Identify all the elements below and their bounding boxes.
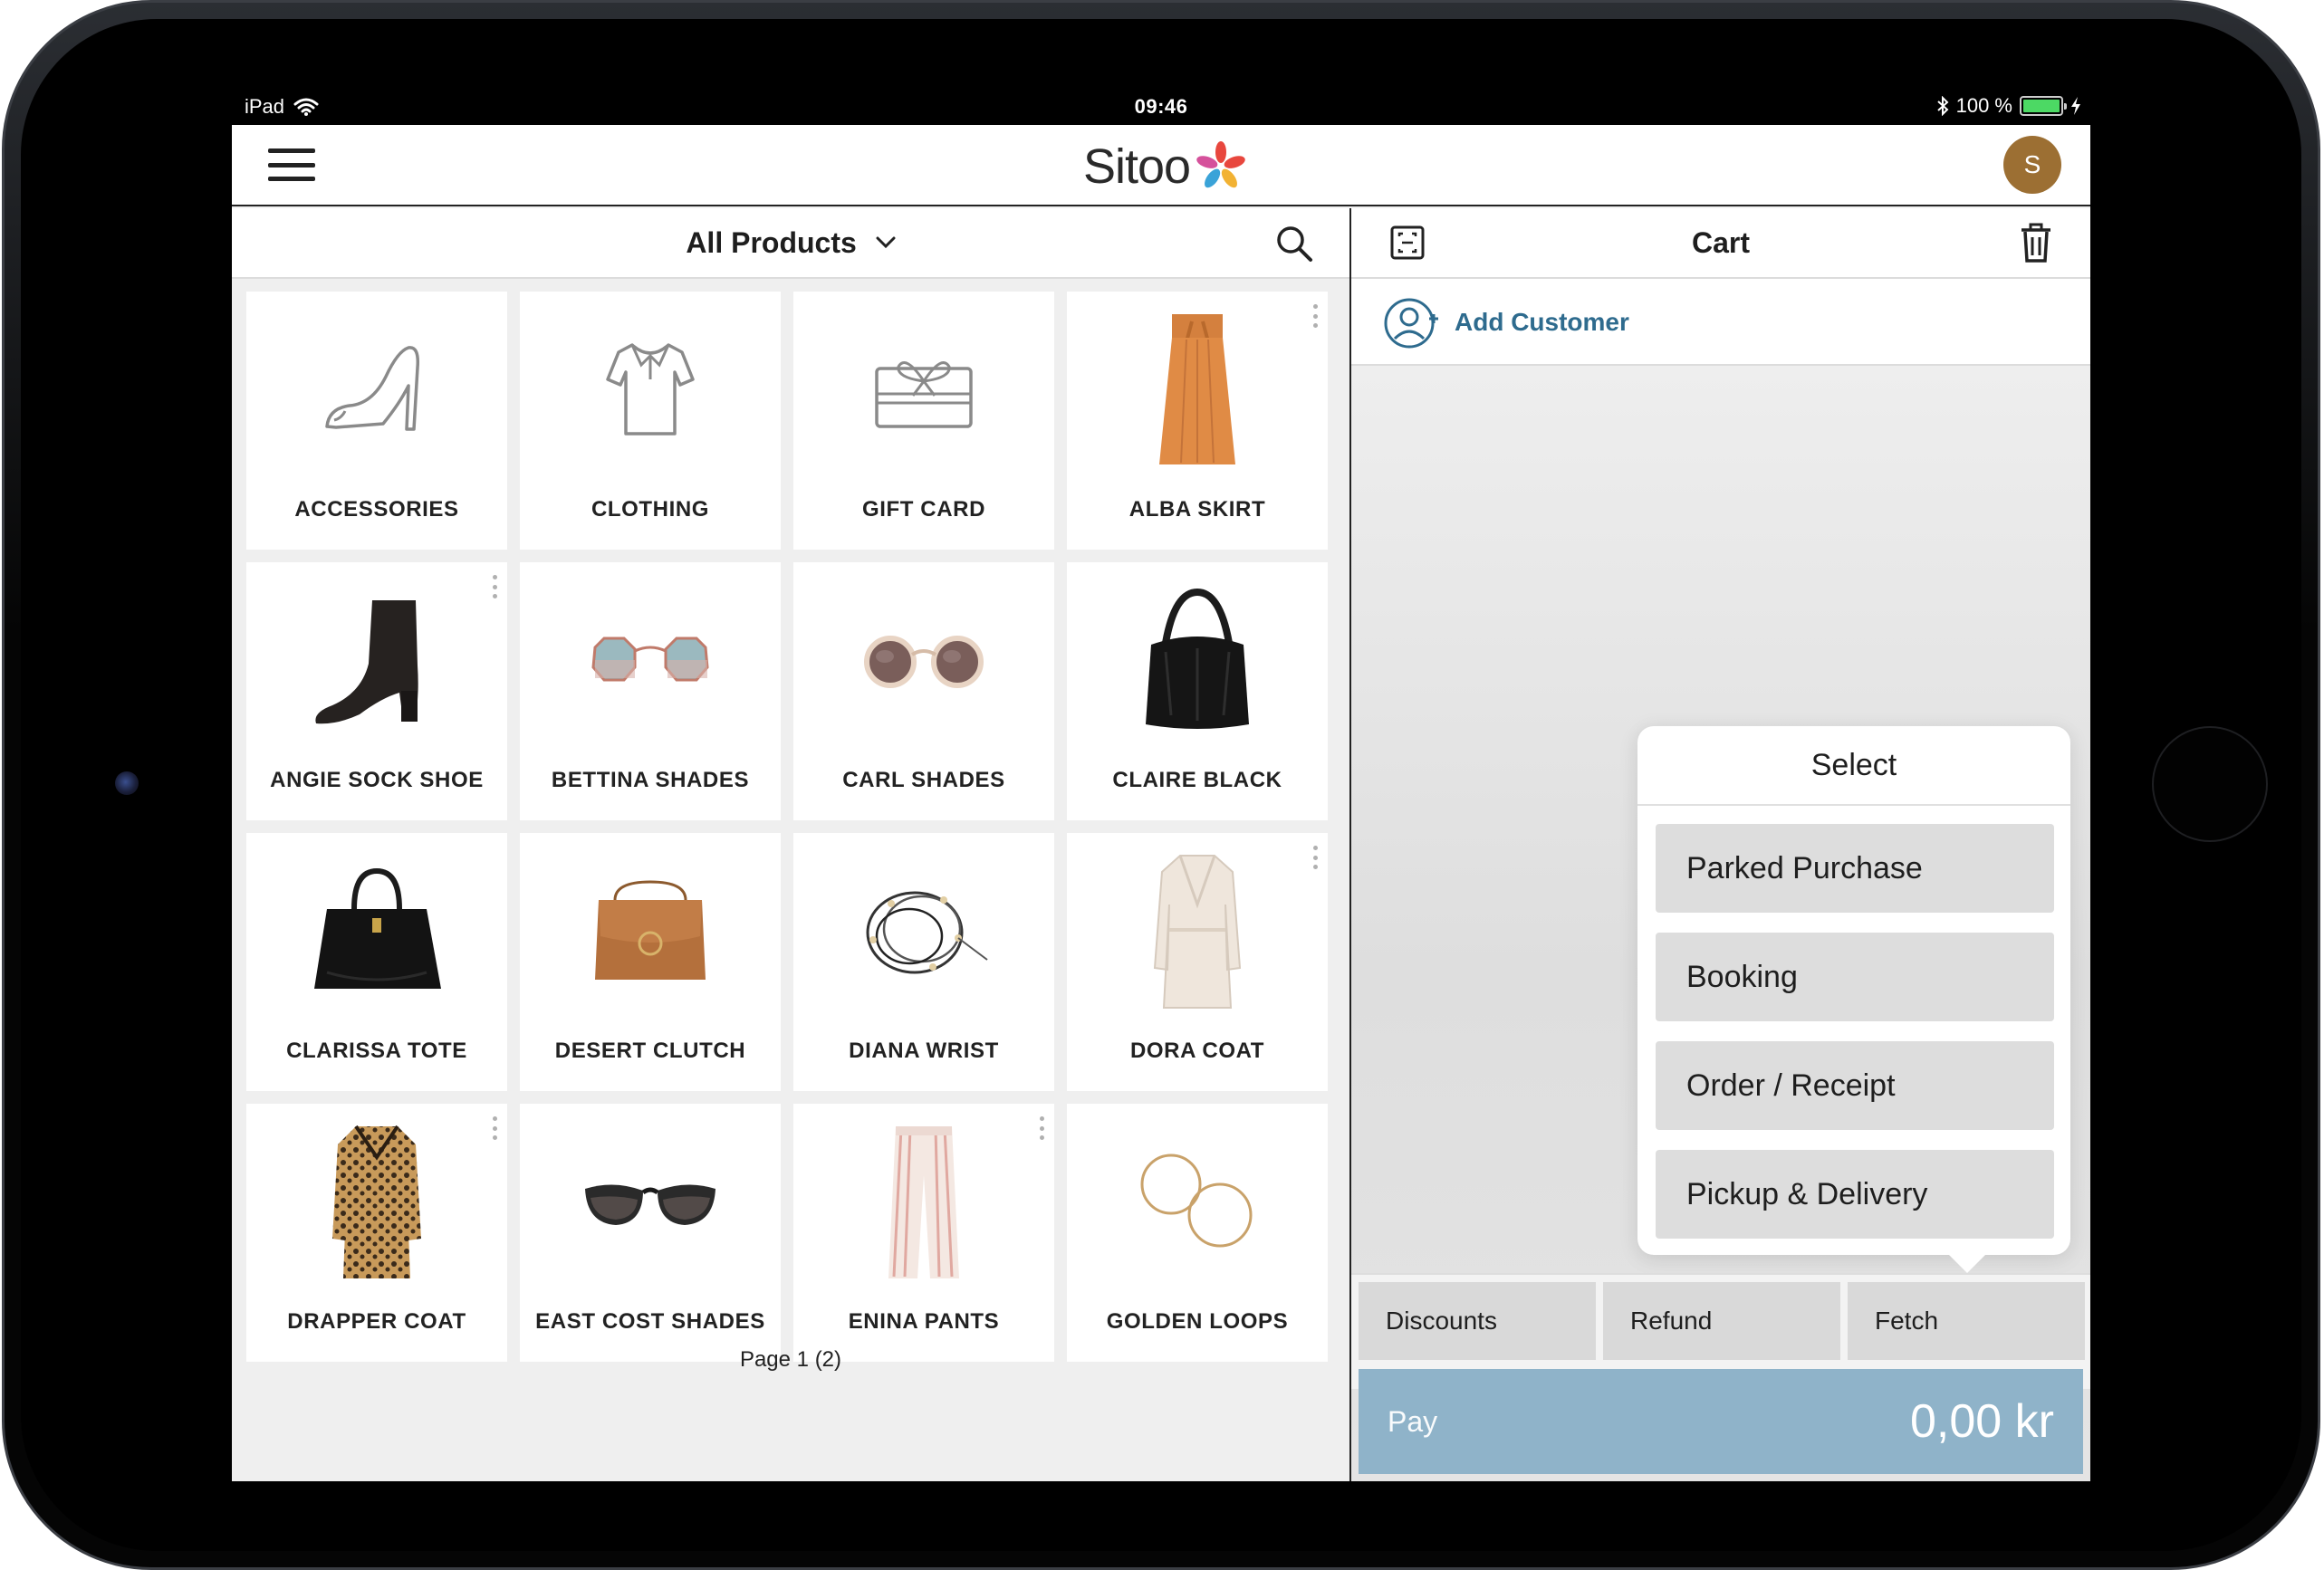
product-tile[interactable]: GIFT CARD — [793, 292, 1054, 550]
product-name: DRAPPER COAT — [287, 1309, 466, 1334]
product-name: DIANA WRIST — [849, 1039, 999, 1063]
product-tile[interactable]: ALBA SKIRT — [1067, 292, 1328, 550]
product-tile[interactable]: ACCESSORIES — [246, 292, 507, 550]
product-tile[interactable]: DORA COAT — [1067, 833, 1328, 1091]
menu-icon-line — [268, 148, 315, 153]
bluetooth-icon — [1936, 96, 1949, 116]
status-right: 100 % — [1936, 94, 2081, 118]
octagon-sunglasses-image — [591, 637, 709, 682]
app-bar: Sitoo S — [232, 125, 2090, 206]
orange-skirt-image — [1159, 314, 1235, 464]
black-ankle-boot-image — [315, 600, 418, 724]
product-name: GOLDEN LOOPS — [1106, 1309, 1289, 1334]
product-tile[interactable]: GOLDEN LOOPS — [1067, 1104, 1328, 1362]
pay-button[interactable]: Pay 0,00 kr — [1359, 1369, 2083, 1474]
product-name: DESERT CLUTCH — [554, 1039, 746, 1063]
product-tile[interactable]: BETTINA SHADES — [520, 562, 781, 820]
menu-button[interactable] — [268, 148, 315, 181]
battery-percent: 100 % — [1955, 94, 2012, 117]
chevron-down-icon — [876, 236, 896, 249]
pay-amount: 0,00 kr — [1910, 1395, 2054, 1448]
product-tile[interactable]: CLOTHING — [520, 292, 781, 550]
logo-text: Sitoo — [1083, 139, 1191, 194]
parked-purchase-option[interactable]: Parked Purchase — [1656, 824, 2054, 913]
product-name: ALBA SKIRT — [1128, 497, 1266, 522]
refund-button[interactable]: Refund — [1603, 1282, 1840, 1360]
round-sunglasses-image — [864, 636, 984, 688]
camera-icon — [115, 771, 139, 795]
status-time: 09:46 — [1134, 95, 1188, 118]
black-tote-bag-image — [314, 867, 441, 989]
striped-pants-image — [888, 1126, 959, 1278]
add-customer-button[interactable]: Add Customer — [1351, 279, 2090, 366]
product-name: EAST COST SHADES — [535, 1309, 765, 1334]
filter-bar: All Products — [232, 208, 1349, 279]
order-receipt-option[interactable]: Order / Receipt — [1656, 1041, 2054, 1130]
home-button[interactable] — [2152, 726, 2268, 842]
user-avatar[interactable]: S — [2003, 136, 2061, 194]
page-indicator: Page 1 (2) — [739, 1347, 842, 1372]
pickup-delivery-option[interactable]: Pickup & Delivery — [1656, 1150, 2054, 1239]
pay-label: Pay — [1388, 1405, 1438, 1438]
product-grid: ACCESSORIES CLOTHING GIFT CARD ALBA SKIR… — [246, 292, 1333, 1362]
black-hobo-bag-image — [1146, 589, 1249, 729]
popover-arrow — [1949, 1255, 1985, 1273]
product-name: ANGIE SOCK SHOE — [270, 768, 484, 792]
product-name: ACCESSORIES — [294, 497, 459, 522]
trash-icon[interactable] — [2018, 221, 2054, 264]
category-filter-dropdown[interactable]: All Products — [232, 226, 1349, 260]
product-tile[interactable]: ANGIE SOCK SHOE — [246, 562, 507, 820]
discounts-button[interactable]: Discounts — [1359, 1282, 1596, 1360]
product-pane: All Products ACCESSORIES CLOTHING GIFT C… — [232, 208, 1349, 1481]
leopard-coat-image — [332, 1125, 421, 1278]
status-bar: iPad 09:46 100 % — [232, 87, 2090, 125]
product-tile[interactable]: CARL SHADES — [793, 562, 1054, 820]
product-name: DORA COAT — [1129, 1039, 1265, 1063]
product-name: CLARISSA TOTE — [286, 1039, 467, 1063]
product-tile[interactable]: DRAPPER COAT — [246, 1104, 507, 1362]
fetch-select-popover: Select Parked Purchase Booking Order / R… — [1637, 726, 2070, 1255]
product-name: CLOTHING — [591, 497, 710, 522]
hoop-earrings-image — [1140, 1154, 1253, 1248]
search-icon[interactable] — [1273, 223, 1315, 264]
battery-icon — [2020, 96, 2067, 116]
screen: iPad 09:46 100 % Sitoo S All Products AC… — [232, 87, 2090, 1481]
product-name: CARL SHADES — [842, 768, 1005, 792]
flower-logo-icon — [1196, 141, 1245, 188]
polo-shirt-icon — [606, 343, 695, 436]
beaded-bracelet-image — [866, 891, 988, 974]
product-tile[interactable]: ENINA PANTS — [793, 1104, 1054, 1362]
product-name: GIFT CARD — [861, 497, 986, 522]
fetch-button[interactable]: Fetch — [1848, 1282, 2085, 1360]
product-name: CLAIRE BLACK — [1112, 768, 1282, 792]
tan-clutch-bag-image — [595, 880, 706, 980]
add-customer-label: Add Customer — [1455, 308, 1629, 336]
cream-coat-image — [1153, 855, 1242, 1009]
product-tile[interactable]: DESERT CLUTCH — [520, 833, 781, 1091]
popover-divider — [1637, 804, 2070, 806]
cat-eye-sunglasses-image — [585, 1184, 715, 1225]
sitoo-logo: Sitoo — [1083, 138, 1248, 196]
product-tile[interactable]: CLARISSA TOTE — [246, 833, 507, 1091]
category-filter-label: All Products — [686, 226, 857, 259]
add-user-icon — [1384, 298, 1438, 349]
product-tile[interactable]: DIANA WRIST — [793, 833, 1054, 1091]
gift-card-icon — [875, 361, 973, 428]
product-name: BETTINA SHADES — [551, 768, 750, 792]
booking-option[interactable]: Booking — [1656, 933, 2054, 1021]
high-heel-shoe-icon — [325, 346, 420, 431]
menu-icon-line — [268, 177, 315, 181]
cart-title: Cart — [1691, 226, 1750, 259]
menu-icon-line — [268, 162, 315, 168]
product-name: ENINA PANTS — [848, 1309, 1000, 1334]
product-tile[interactable]: CLAIRE BLACK — [1067, 562, 1328, 820]
popover-title: Select — [1810, 748, 1897, 782]
charging-icon — [2071, 97, 2080, 115]
product-tile[interactable]: EAST COST SHADES — [520, 1104, 781, 1362]
cart-header: Cart — [1351, 208, 2090, 279]
